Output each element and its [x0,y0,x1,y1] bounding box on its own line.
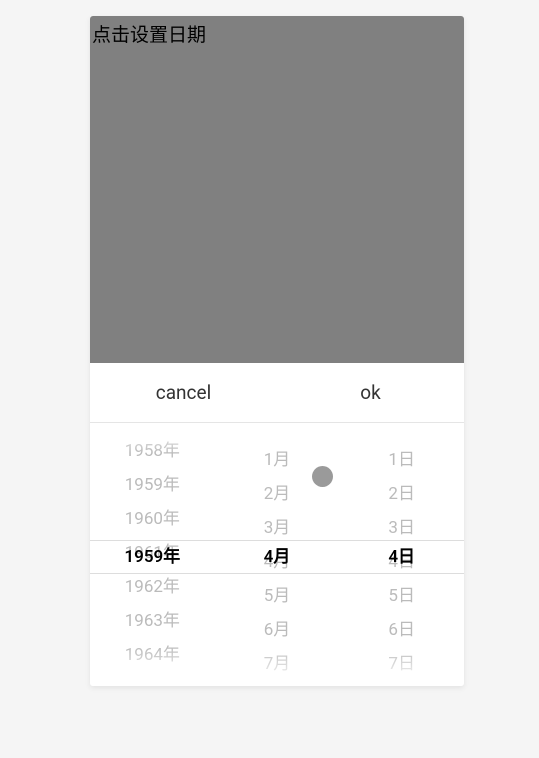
day-option[interactable]: 6日 [339,613,464,647]
cancel-button[interactable]: cancel [90,363,277,422]
year-option[interactable]: 1959年 [90,468,215,502]
modal-backdrop[interactable]: 点击设置日期 [90,16,464,363]
ok-button[interactable]: ok [277,363,464,422]
date-picker-modal: 点击设置日期 cancel ok 1956年 1957年 1958年 1959年… [90,16,464,686]
loading-dot-icon [312,466,333,487]
year-option[interactable]: 1958年 [90,434,215,468]
day-option[interactable]: 3日 [339,511,464,545]
month-option[interactable]: 6月 [215,613,340,647]
month-option[interactable]: 4月 [215,545,340,579]
year-option[interactable]: 1957年 [90,423,215,434]
year-option[interactable]: 1961年 [90,536,215,570]
year-option[interactable]: 1962年 [90,570,215,604]
month-option[interactable]: 5月 [215,579,340,613]
action-button-row: cancel ok [90,363,464,423]
year-option[interactable]: 1964年 [90,638,215,672]
year-option[interactable]: 1963年 [90,604,215,638]
day-option[interactable]: 7日 [339,647,464,681]
month-option[interactable]: 7月 [215,647,340,681]
month-option[interactable]: 3月 [215,511,340,545]
title-label: 点击设置日期 [92,20,206,47]
day-option[interactable]: 1日 [339,443,464,477]
picker-wheels: 1956年 1957年 1958年 1959年 1960年 1961年 1962… [90,423,464,683]
day-option[interactable]: 4日 [339,545,464,579]
day-wheel[interactable]: 1日 2日 3日 4日 5日 6日 7日 [339,423,464,683]
year-wheel[interactable]: 1956年 1957年 1958年 1959年 1960年 1961年 1962… [90,423,215,683]
year-option[interactable]: 1960年 [90,502,215,536]
day-option[interactable]: 2日 [339,477,464,511]
day-option[interactable]: 5日 [339,579,464,613]
month-wheel[interactable]: 1月 2月 3月 4月 5月 6月 7月 [215,423,340,683]
